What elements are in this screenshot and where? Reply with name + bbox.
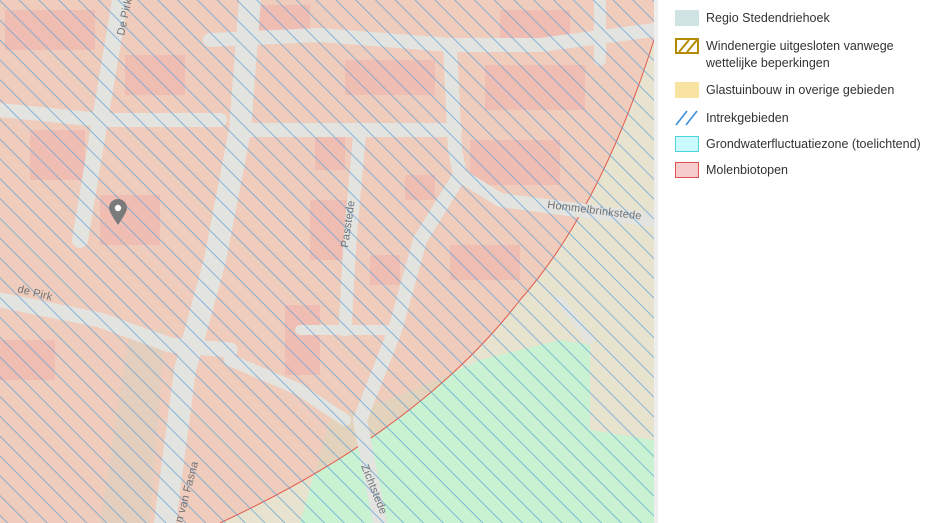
map-canvas[interactable]: De Pirk de Pirk Passtede Hommelbrinksted… [0, 0, 654, 523]
legend-label-regio: Regio Stedendriehoek [706, 11, 830, 25]
legend-swatch-regio [675, 10, 699, 26]
legend-swatch-intrekgebieden [675, 110, 699, 126]
intrek-hatch-overlay [0, 0, 654, 523]
legend-label-windenergie: Windenergie uitgesloten vanwege wettelij… [706, 39, 894, 70]
legend-swatch-grondwater [675, 136, 699, 152]
legend-swatch-molenbiotopen [675, 162, 699, 178]
legend-label-glastuinbouw: Glastuinbouw in overige gebieden [706, 83, 895, 97]
legend-label-intrekgebieden: Intrekgebieden [706, 111, 789, 125]
legend-swatch-windenergie [675, 38, 699, 54]
legend-label-grondwater: Grondwaterfluctuatiezone (toelichtend) [706, 137, 921, 151]
map-view[interactable]: De Pirk de Pirk Passtede Hommelbrinksted… [0, 0, 654, 523]
panel-divider[interactable] [654, 0, 658, 523]
legend-label-molenbiotopen: Molenbiotopen [706, 163, 789, 177]
legend-swatch-glastuinbouw [675, 82, 699, 98]
